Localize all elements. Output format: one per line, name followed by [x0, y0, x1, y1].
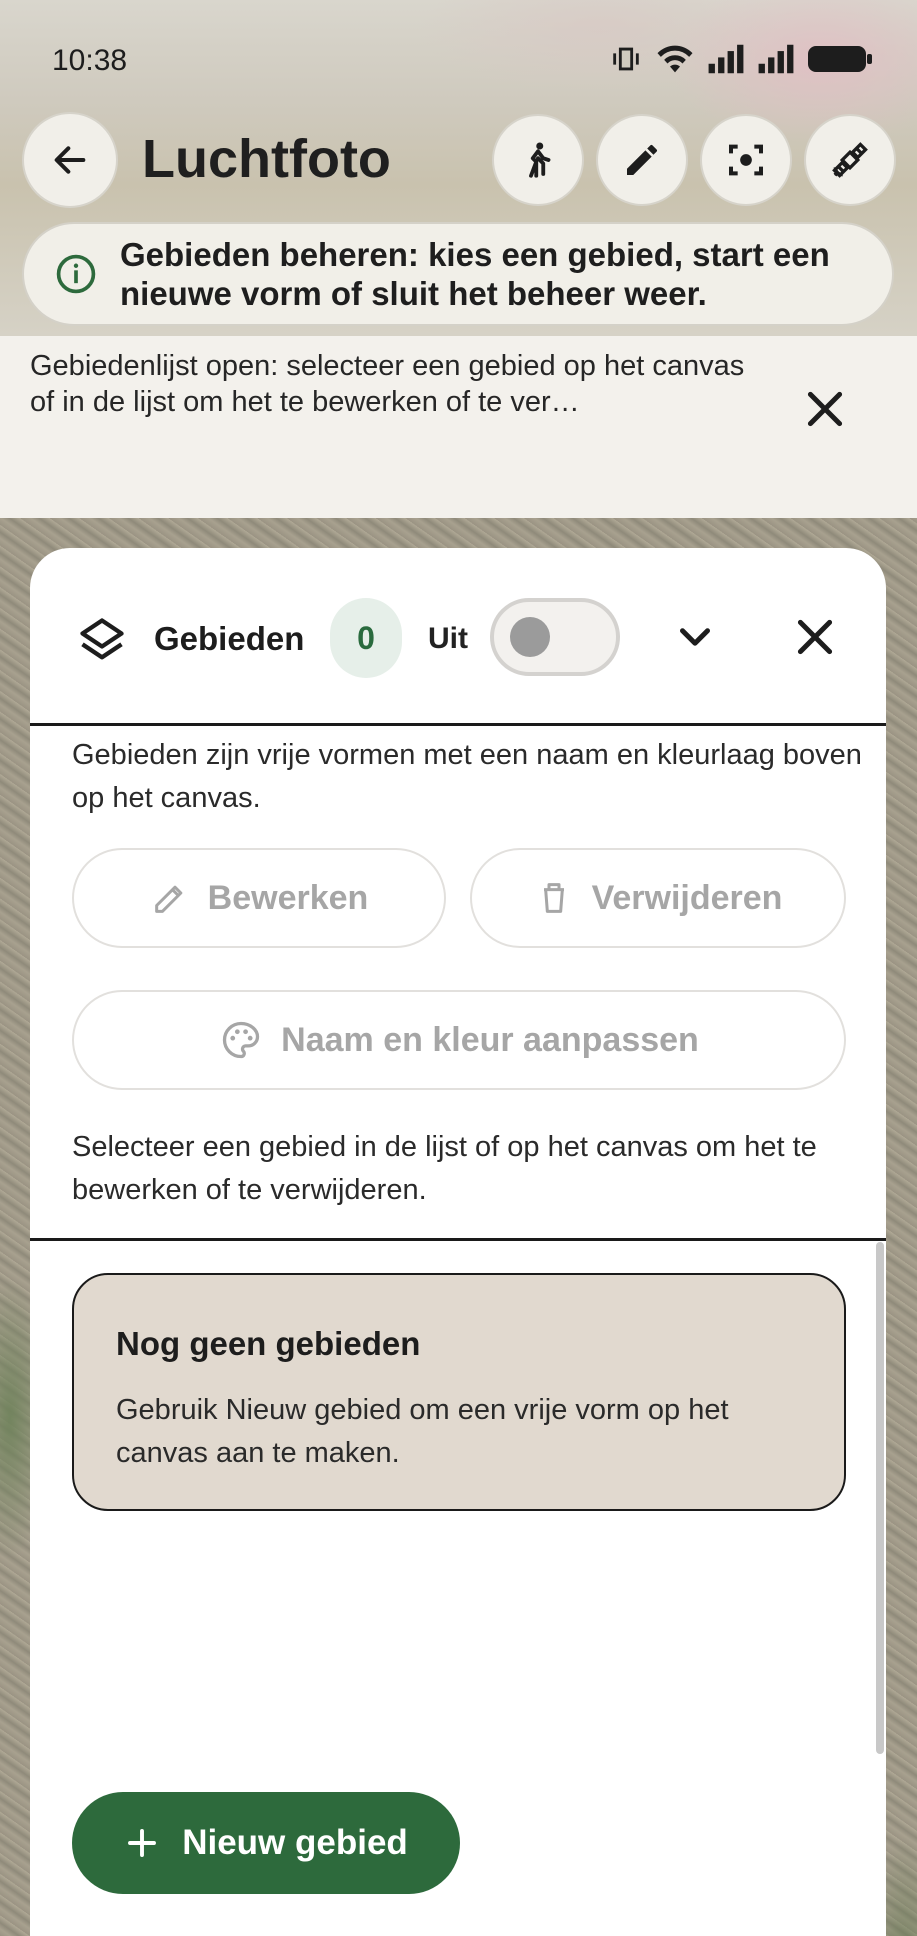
list-open-banner: Gebiedenlijst open: selecteer een gebied…	[0, 336, 917, 518]
toggle-label: Uit	[428, 622, 468, 655]
vibrate-icon	[613, 47, 639, 71]
trash-icon	[543, 883, 564, 913]
new-area-button-label: Nieuw gebied	[182, 1823, 408, 1862]
walk-icon	[529, 142, 551, 178]
status-bar: 10:38	[0, 0, 917, 120]
empty-state-card: Nog geen gebieden Gebruik Nieuw gebied o…	[72, 1273, 846, 1511]
info-icon	[56, 254, 96, 294]
draw-button[interactable]	[596, 114, 688, 206]
battery-icon	[808, 46, 872, 72]
pencil-outline-icon	[154, 885, 183, 913]
status-icons	[609, 42, 873, 76]
status-time: 10:38	[52, 44, 128, 77]
scrollbar[interactable]	[876, 1242, 884, 1754]
edit-button-label: Bewerken	[207, 878, 369, 917]
back-button[interactable]	[22, 112, 118, 208]
chevron-down-icon[interactable]	[670, 612, 720, 662]
page-title: Luchtfoto	[142, 129, 391, 189]
edit-button[interactable]: Bewerken	[72, 848, 446, 948]
delete-button-label: Verwijderen	[591, 878, 783, 917]
selection-hint: Selecteer een gebied in de lijst of op h…	[72, 1131, 817, 1206]
rename-color-button[interactable]: Naam en kleur aanpassen	[72, 990, 846, 1090]
walk-mode-button[interactable]	[492, 114, 584, 206]
empty-state-title: Nog geen gebieden	[116, 1325, 421, 1362]
satellite-button[interactable]	[804, 114, 896, 206]
info-banner: Gebieden beheren: kies een gebied, start…	[22, 222, 894, 326]
panel-title: Gebieden	[154, 620, 305, 657]
satellite-icon	[832, 142, 868, 178]
wifi-icon	[657, 45, 693, 73]
arrow-left-icon	[54, 146, 86, 174]
area-count-badge: 0	[330, 598, 402, 678]
empty-state-body: Gebruik Nieuw gebied om een vrije vorm o…	[116, 1394, 729, 1469]
palette-icon	[223, 1021, 260, 1059]
rename-color-button-label: Naam en kleur aanpassen	[281, 1020, 699, 1059]
visibility-toggle[interactable]	[490, 598, 620, 676]
plus-icon	[128, 1829, 157, 1857]
signal-icon	[758, 44, 794, 74]
layers-icon	[80, 618, 124, 660]
areas-panel: Gebieden 0 Uit Gebieden zijn vrije vorme…	[30, 548, 886, 1936]
pencil-icon	[627, 144, 657, 175]
toggle-knob	[510, 617, 550, 657]
banner-text: Gebiedenlijst open: selecteer een gebied…	[30, 350, 745, 418]
signal-icon	[708, 44, 744, 74]
new-area-button[interactable]: Nieuw gebied	[72, 1792, 460, 1894]
panel-description: Gebieden zijn vrije vormen met een naam …	[72, 739, 862, 814]
focus-button[interactable]	[700, 114, 792, 206]
close-panel-icon[interactable]	[790, 612, 840, 662]
info-text: Gebieden beheren: kies een gebied, start…	[120, 236, 830, 312]
close-icon[interactable]	[800, 384, 850, 434]
divider	[30, 1238, 886, 1241]
panel-header: Gebieden 0 Uit	[30, 548, 886, 726]
delete-button[interactable]: Verwijderen	[470, 848, 846, 948]
focus-icon	[729, 144, 763, 176]
